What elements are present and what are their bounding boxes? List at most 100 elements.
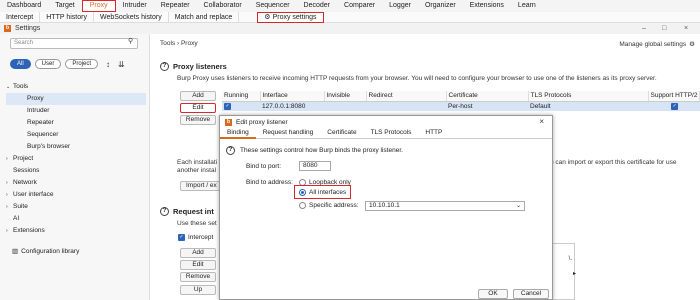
menu-organizer[interactable]: Organizer [418, 0, 463, 12]
column-header-interface[interactable]: Interface [260, 91, 325, 102]
sidebar-item-sessions[interactable]: Sessions [6, 165, 146, 177]
filter-project[interactable]: Project [65, 59, 99, 69]
help-icon[interactable]: ? [226, 146, 235, 155]
chevron-right-icon[interactable]: › [6, 189, 13, 201]
tab-certificate[interactable]: Certificate [320, 128, 363, 139]
bind-port-field[interactable]: 8080 [299, 161, 331, 171]
tab-http[interactable]: HTTP [418, 128, 449, 139]
menu-sequencer[interactable]: Sequencer [249, 0, 297, 12]
sidebar-item-repeater[interactable]: Repeater [6, 117, 146, 129]
menu-learn[interactable]: Learn [511, 0, 543, 12]
tab-intercept[interactable]: Intercept [0, 12, 41, 23]
column-header-certificate[interactable]: Certificate [446, 91, 529, 102]
filter-all[interactable]: All [10, 59, 31, 69]
menu-intruder[interactable]: Intruder [116, 0, 154, 12]
ok-button[interactable]: OK [478, 289, 508, 299]
proxy-settings-label: Proxy settings [272, 14, 317, 21]
filter-user[interactable]: User [34, 59, 62, 69]
sidebar-item-label: User interface [13, 191, 54, 198]
configuration-library-link[interactable]: ▥ Configuration library [12, 247, 80, 256]
sidebar-item-sequencer[interactable]: Sequencer [6, 129, 146, 141]
remove-listener-button[interactable]: Remove [180, 115, 216, 125]
sidebar-item-suite[interactable]: › Suite [6, 201, 146, 213]
sidebar-item-label: Network [13, 179, 37, 186]
sidebar-item-project[interactable]: › Project [6, 153, 146, 165]
specific-address-select[interactable]: 10.10.10.1 ⌄ [365, 201, 525, 211]
chevron-right-icon[interactable]: › [6, 201, 13, 213]
tab-match-and-replace[interactable]: Match and replace [169, 12, 240, 23]
column-header-running[interactable]: Running [222, 91, 261, 102]
chevron-down-icon[interactable]: ⌄ [6, 81, 13, 93]
column-header-redirect[interactable]: Redirect [366, 91, 447, 102]
proxy-sub-tabs: Intercept HTTP history WebSockets history M… [0, 12, 700, 23]
import-export-button[interactable]: Import / ex [180, 181, 220, 191]
gear-icon: ⚙ [264, 14, 271, 21]
tab-binding[interactable]: Binding [220, 128, 256, 139]
sidebar-item-tools[interactable]: ⌄ Tools [6, 81, 146, 93]
menu-comparer[interactable]: Comparer [337, 0, 382, 12]
tab-websockets-history[interactable]: WebSockets history [94, 12, 169, 23]
column-header-invisible[interactable]: Invisible [324, 91, 367, 102]
search-input[interactable]: Search [10, 38, 138, 49]
radio-icon [299, 202, 306, 209]
sidebar-item-label: Intruder [27, 107, 50, 114]
specific-address-radio[interactable]: Specific address: [299, 202, 359, 209]
sidebar-item-network[interactable]: › Network [6, 177, 146, 189]
maximize-icon[interactable]: □ [662, 23, 666, 34]
sidebar-item-proxy[interactable]: Proxy [6, 93, 146, 105]
listeners-table: Running Interface Invisible Redirect Certifi… [222, 91, 700, 111]
http2-cell[interactable]: ✓ [648, 101, 700, 111]
tab-proxy-settings[interactable]: ⚙ Proxy settings [257, 12, 324, 23]
configuration-library-label: Configuration library [21, 247, 80, 255]
sidebar-item-label: Extensions [13, 227, 45, 234]
up-rule-button[interactable]: Up [180, 285, 216, 295]
tab-http-history[interactable]: HTTP history [40, 12, 94, 23]
help-icon[interactable]: ? [160, 62, 169, 71]
all-interfaces-radio[interactable]: All interfaces [299, 189, 346, 196]
column-header-support-http-2[interactable]: Support HTTP/2 [648, 91, 700, 102]
minimize-icon[interactable]: – [642, 23, 646, 34]
menu-collaborator[interactable]: Collaborator [197, 0, 249, 12]
sidebar-item-extensions[interactable]: › Extensions [6, 225, 146, 237]
menu-proxy[interactable]: Proxy [81, 0, 116, 12]
invisible-cell [324, 101, 366, 111]
dialog-title: Edit proxy listener [236, 118, 288, 126]
menu-decoder[interactable]: Decoder [297, 0, 337, 12]
chevron-right-icon[interactable]: › [6, 153, 13, 165]
running-cell[interactable]: ✓ [222, 101, 260, 111]
menu-repeater[interactable]: Repeater [154, 0, 197, 12]
sidebar-item-label: Repeater [27, 119, 54, 126]
sidebar-item-burp-s-browser[interactable]: Burp's browser [6, 141, 146, 153]
chevron-right-icon[interactable]: › [6, 225, 13, 237]
tab-tls-protocols[interactable]: TLS Protocols [364, 128, 419, 139]
specific-address-label: Specific address: [309, 202, 359, 209]
sidebar-item-user-interface[interactable]: › User interface [6, 189, 146, 201]
cancel-button[interactable]: Cancel [513, 289, 549, 299]
collapse-all-icon[interactable]: ⇊ [118, 60, 125, 69]
table-row[interactable]: ✓ 127.0.0.1:8080 Per-host Default ✓ [222, 101, 700, 111]
menu-extensions[interactable]: Extensions [463, 0, 511, 12]
column-header-tls-protocols[interactable]: TLS Protocols [528, 91, 649, 102]
close-icon[interactable]: × [684, 23, 688, 34]
expand-all-icon[interactable]: ↕ [106, 60, 110, 69]
chevron-right-icon[interactable]: › [6, 177, 13, 189]
edit-rule-button[interactable]: Edit [180, 260, 216, 270]
remove-rule-button[interactable]: Remove [180, 272, 216, 282]
menu-target[interactable]: Target [48, 0, 81, 12]
sidebar-item-intruder[interactable]: Intruder [6, 105, 146, 117]
edit-listener-button[interactable]: Edit [180, 103, 216, 113]
add-rule-button[interactable]: Add [180, 248, 216, 258]
menu-logger[interactable]: Logger [382, 0, 418, 12]
request-intercept-heading: ? Request int [160, 207, 214, 216]
search-icon[interactable]: ⚲ [128, 37, 133, 45]
dialog-title-bar: b Edit proxy listener [220, 116, 552, 128]
help-icon[interactable]: ? [160, 207, 169, 216]
sidebar-item-ai[interactable]: AI [6, 213, 146, 225]
bind-address-label: Bind to address: [246, 179, 293, 186]
add-listener-button[interactable]: Add [180, 91, 216, 101]
tab-request-handling[interactable]: Request handling [256, 128, 321, 139]
intercept-checkbox[interactable]: ✓ Intercept [178, 234, 213, 241]
close-icon[interactable]: × [539, 117, 544, 126]
manage-global-settings-button[interactable]: Manage global settings ⚙ [619, 40, 695, 49]
menu-dashboard[interactable]: Dashboard [0, 0, 48, 12]
